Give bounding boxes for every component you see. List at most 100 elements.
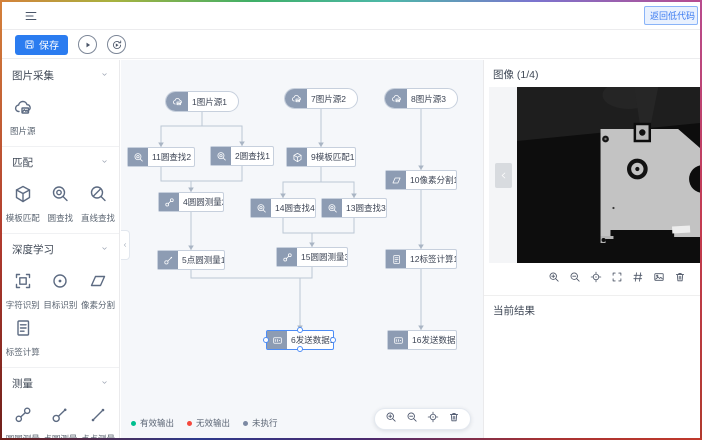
flow-node-15[interactable]: 15圆圆测量3 <box>276 247 348 267</box>
image-viewport[interactable] <box>517 87 700 263</box>
label-calc-icon <box>13 318 33 343</box>
window-border-left <box>0 0 2 440</box>
legend-label: 有效输出 <box>140 417 174 429</box>
send-data-icon <box>267 331 287 349</box>
flow-node-8[interactable]: 8图片源3 <box>384 88 458 109</box>
image-trash-button[interactable] <box>674 270 686 288</box>
circle-find-icon <box>128 148 148 166</box>
sidebar-item[interactable]: 字符识别 <box>4 264 42 311</box>
measure-cc-icon <box>277 248 297 266</box>
sidebar-section-header[interactable]: 测量 <box>2 368 119 395</box>
node-label: 4圆圆测量2 <box>179 193 223 211</box>
right-panel: 图像 (1/4) <box>483 60 700 438</box>
node-label: 2圆查找1 <box>231 147 273 165</box>
camera-image <box>517 87 700 263</box>
sidebar-item[interactable]: 点圆测量 <box>42 398 80 438</box>
flow-canvas[interactable]: 1图片源1 7图片源2 8图片源3 11圆查找2 2圆查找1 9模板匹配1 10像素分割1 4… <box>121 60 483 438</box>
image-zoom-out-button[interactable] <box>569 270 581 288</box>
node-label: 11圆查找2 <box>148 148 194 166</box>
node-connect-handle[interactable] <box>263 337 269 343</box>
sidebar-collapse-handle[interactable] <box>121 230 130 260</box>
sidebar-item[interactable]: 图片源 <box>4 90 42 137</box>
legend-dot <box>187 421 192 426</box>
flow-node-2[interactable]: 2圆查找1 <box>210 146 274 166</box>
cloud-image-icon <box>13 97 33 122</box>
node-label: 1图片源1 <box>188 92 238 111</box>
canvas-locate-button[interactable] <box>427 410 439 428</box>
flow-node-7[interactable]: 7图片源2 <box>284 88 358 109</box>
canvas-trash-button[interactable] <box>448 410 460 428</box>
flow-node-1[interactable]: 1图片源1 <box>165 91 239 112</box>
circle-find-icon <box>211 147 231 165</box>
sidebar-sections: 图片采集图片源匹配模板匹配圆查找直线查找深度学习字符识别目标识别像素分割标签计算… <box>2 60 119 438</box>
sidebar-item-label: 直线查找 <box>81 212 115 224</box>
legend-item: 有效输出 <box>131 417 174 429</box>
node-connect-handle[interactable] <box>330 337 336 343</box>
flow-node-5[interactable]: 5点圆测量1 <box>157 250 225 270</box>
image-thumbnail-strip <box>489 87 517 263</box>
sidebar-section-header[interactable]: 深度学习 <box>2 234 119 261</box>
sidebar-item[interactable]: 直线查找 <box>79 177 117 224</box>
top-header: 返回低代码 <box>2 2 700 30</box>
sidebar-section-title: 图片采集 <box>12 68 54 83</box>
flow-node-13[interactable]: 13圆查找3 <box>321 198 387 218</box>
play-icon <box>82 39 94 51</box>
sidebar-item[interactable]: 圆查找 <box>42 177 80 224</box>
node-label: 12标签计算1 <box>406 250 456 268</box>
node-connect-handle[interactable] <box>297 346 303 352</box>
flow-node-4[interactable]: 4圆圆测量2 <box>158 192 224 212</box>
prev-image-button[interactable] <box>495 163 512 188</box>
sidebar-item-label: 像素分割 <box>81 299 115 311</box>
cloud-image-icon <box>385 89 407 108</box>
image-fit-button[interactable] <box>653 270 665 288</box>
sidebar-item[interactable]: 圆圆测量 <box>4 398 42 438</box>
flow-node-16[interactable]: 16发送数据2 <box>387 330 457 350</box>
sidebar: 图片采集图片源匹配模板匹配圆查找直线查找深度学习字符识别目标识别像素分割标签计算… <box>2 60 120 438</box>
measure-pc-icon <box>50 405 70 430</box>
image-locate-button[interactable] <box>590 270 602 288</box>
flow-node-9[interactable]: 9模板匹配1 <box>286 147 356 167</box>
chevron-left-icon <box>498 170 509 181</box>
sidebar-item[interactable]: 标签计算 <box>4 311 42 358</box>
cloud-image-icon <box>166 92 188 111</box>
image-grid-button[interactable] <box>632 270 644 288</box>
flow-node-6[interactable]: 6发送数据1 <box>266 330 334 350</box>
segment-icon <box>386 171 406 189</box>
flow-node-10[interactable]: 10像素分割1 <box>385 170 457 190</box>
chevron-down-icon <box>100 378 109 390</box>
image-zoom-in-button[interactable] <box>548 270 560 288</box>
flow-node-14[interactable]: 14圆查找4 <box>250 198 316 218</box>
sidebar-item[interactable]: 像素分割 <box>79 264 117 311</box>
chevron-down-icon <box>100 244 109 256</box>
menu-icon[interactable] <box>24 9 38 23</box>
node-label: 14圆查找4 <box>271 199 315 217</box>
image-fullscreen-button[interactable] <box>611 270 623 288</box>
image-area <box>489 87 700 263</box>
run-once-button[interactable] <box>78 35 97 54</box>
sidebar-item-label: 圆查找 <box>48 212 74 224</box>
sidebar-section-header[interactable]: 图片采集 <box>2 60 119 87</box>
sidebar-section-header[interactable]: 匹配 <box>2 147 119 174</box>
canvas-zoom-in-button[interactable] <box>385 410 397 428</box>
segment-icon <box>88 271 108 296</box>
sidebar-section-title: 匹配 <box>12 155 33 170</box>
back-to-lowcode-button[interactable]: 返回低代码 <box>644 6 698 25</box>
node-connect-handle[interactable] <box>297 327 303 333</box>
save-button[interactable]: 保存 <box>15 35 68 55</box>
sidebar-item[interactable]: 目标识别 <box>42 264 80 311</box>
sidebar-item[interactable]: 点点测量 <box>79 398 117 438</box>
sidebar-item[interactable]: 模板匹配 <box>4 177 42 224</box>
sidebar-item-label: 字符识别 <box>6 299 40 311</box>
image-panel-title: 图像 (1/4) <box>484 60 700 87</box>
legend-label: 未执行 <box>252 417 278 429</box>
result-panel-title: 当前结果 <box>484 296 700 323</box>
run-continuous-button[interactable] <box>107 35 126 54</box>
flow-node-12[interactable]: 12标签计算1 <box>385 249 457 269</box>
legend-item: 未执行 <box>243 417 278 429</box>
save-icon <box>24 39 35 50</box>
node-label: 16发送数据2 <box>408 331 456 349</box>
flow-node-11[interactable]: 11圆查找2 <box>127 147 195 167</box>
canvas-zoom-out-button[interactable] <box>406 410 418 428</box>
legend-item: 无效输出 <box>187 417 230 429</box>
image-toolbar <box>484 263 700 294</box>
